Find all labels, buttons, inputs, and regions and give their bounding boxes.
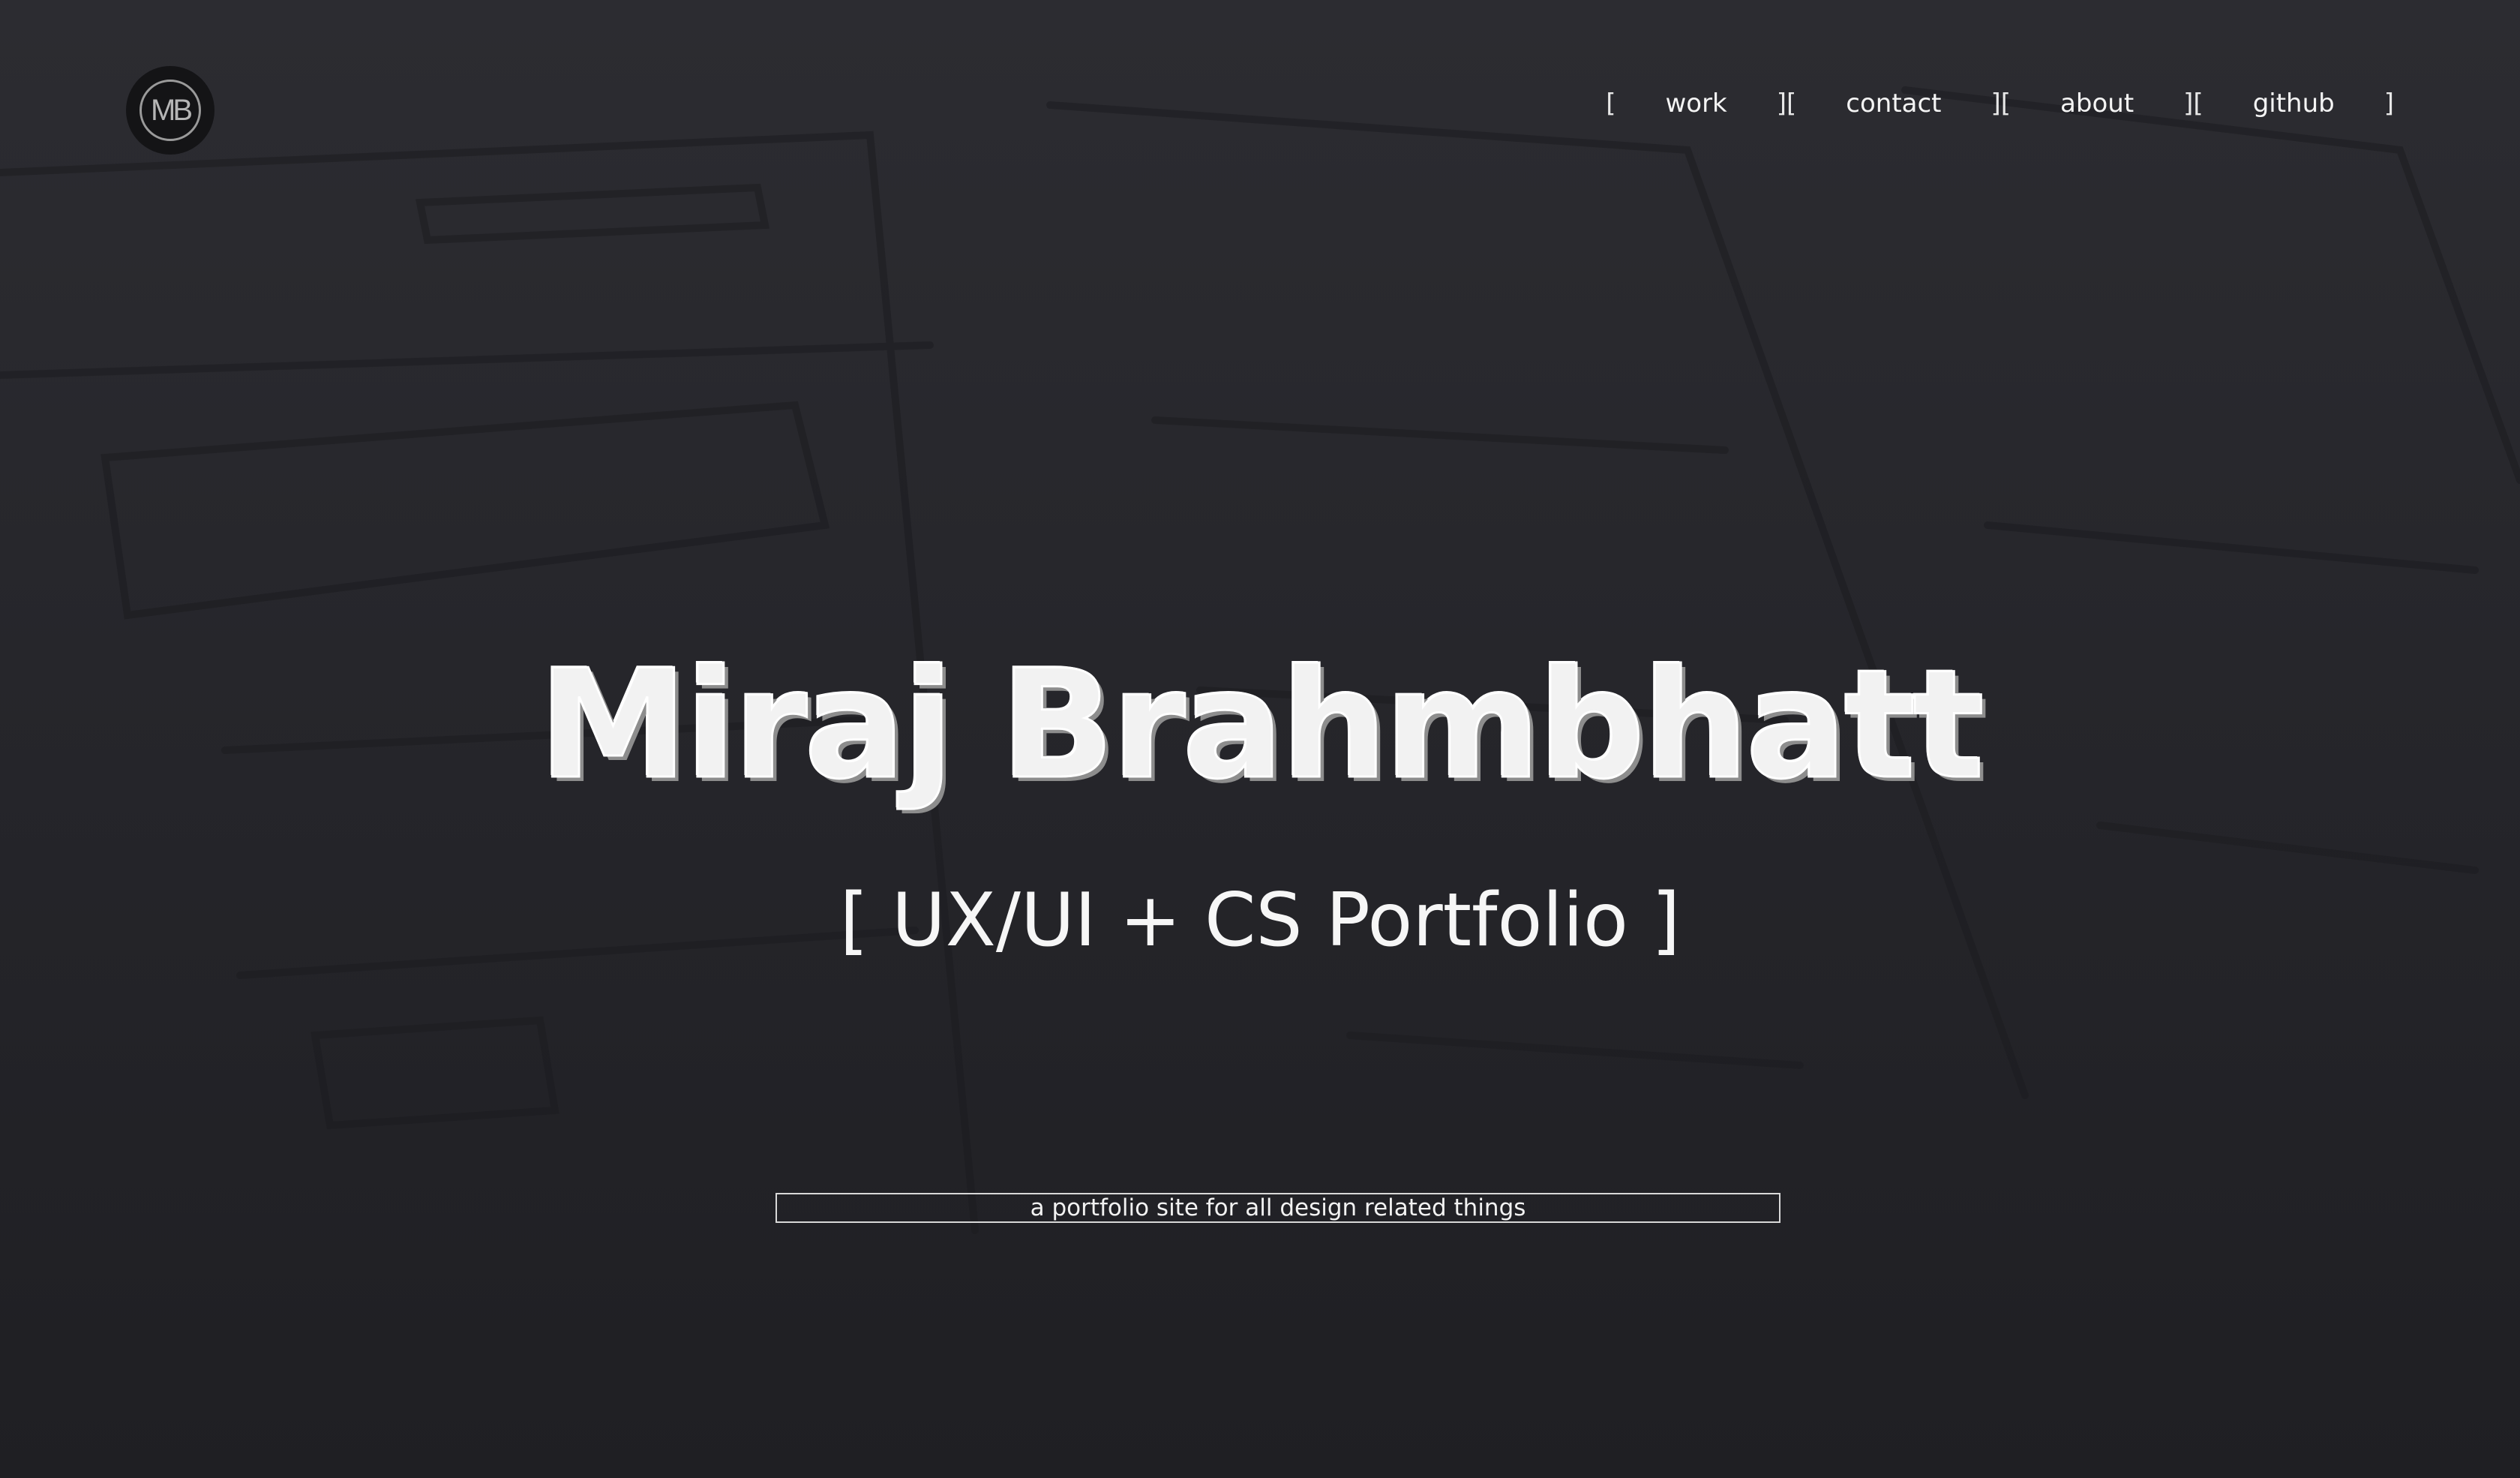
top-navigation: [ work ][ contact ][ about ][ github ]: [1606, 89, 2394, 119]
nav-separator: ][: [1990, 89, 2012, 119]
nav-separator: ][: [1776, 89, 1797, 119]
nav-link-github[interactable]: github: [2253, 89, 2335, 119]
tagline-text: a portfolio site for all design related …: [1030, 1194, 1526, 1221]
nav-link-contact[interactable]: contact: [1846, 89, 1941, 119]
hero-name: Miraj Brahmbhatt: [538, 637, 1986, 814]
portfolio-page: MB [ work ][ contact ][ about ][ github …: [0, 0, 2520, 1478]
nav-link-about[interactable]: about: [2060, 89, 2134, 119]
nav-link-work[interactable]: work: [1665, 89, 1726, 119]
nav-separator: ][: [2183, 89, 2204, 119]
monogram-logo-icon: MB: [140, 80, 201, 141]
nav-bracket-close: ]: [2384, 89, 2394, 119]
site-logo[interactable]: MB: [126, 66, 214, 155]
hero-subtitle: [ UX/UI + CS Portfolio ]: [839, 878, 1681, 963]
nav-bracket-open: [: [1606, 89, 1616, 119]
hero-tagline: a portfolio site for all design related …: [776, 1193, 1780, 1223]
